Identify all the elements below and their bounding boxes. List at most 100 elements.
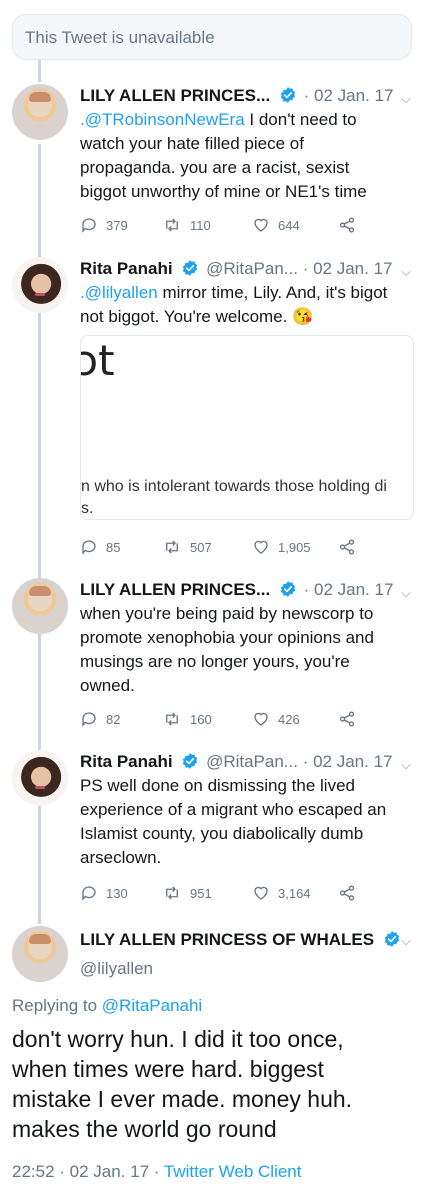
tweet-header: LILY ALLEN PRINCES... · 02 Jan. 17 ⌵ bbox=[80, 84, 415, 108]
tweet-date[interactable]: · 02 Jan. 17 bbox=[304, 86, 394, 105]
tweet-date[interactable]: · 02 Jan. 17 bbox=[303, 752, 393, 771]
tweet-text-line: watch your hate filled piece of bbox=[80, 134, 304, 153]
like-count: 1,905 bbox=[278, 539, 311, 555]
display-name[interactable]: LILY ALLEN PRINCESS OF WHALES bbox=[80, 930, 374, 949]
heart-icon bbox=[254, 218, 268, 232]
tweet-actions: 82 160 426 bbox=[80, 710, 380, 730]
tweet-4[interactable]: Rita Panahi @RitaPan... · 02 Jan. 17 ⌵ P… bbox=[0, 750, 424, 905]
reply-button[interactable]: 379 bbox=[80, 216, 128, 234]
main-tweet[interactable]: LILY ALLEN PRINCESS OF WHALES ⌵ @lilyall… bbox=[0, 926, 424, 1191]
tweet-text-line: owned. bbox=[80, 676, 135, 695]
tweet-text-line: musings are no longer yours, you're bbox=[80, 652, 350, 671]
display-name[interactable]: Rita Panahi bbox=[80, 259, 173, 278]
avatar[interactable] bbox=[12, 578, 68, 634]
share-icon bbox=[339, 885, 355, 901]
replying-to-link[interactable]: @RitaPanahi bbox=[102, 996, 202, 1015]
reply-icon bbox=[82, 540, 96, 555]
tweet-header: Rita Panahi @RitaPan... · 02 Jan. 17 ⌵ bbox=[80, 750, 415, 774]
tweet-text-line: I don't need to bbox=[244, 110, 357, 129]
tweet-1[interactable]: LILY ALLEN PRINCES... · 02 Jan. 17 ⌵ .@T… bbox=[0, 84, 424, 244]
media-card[interactable]: ɔt n who is intolerant towards those hol… bbox=[80, 335, 414, 520]
tweet-text: PS well done on dismissing the lived exp… bbox=[80, 774, 415, 870]
share-button[interactable] bbox=[338, 216, 356, 234]
card-definition-text: n who is intolerant towards those holdin… bbox=[81, 476, 411, 519]
tweet-text-line: experience of a migrant who escaped an bbox=[80, 800, 387, 819]
retweet-count: 160 bbox=[190, 711, 212, 727]
chevron-down-icon[interactable]: ⌵ bbox=[401, 933, 411, 949]
retweet-icon bbox=[166, 712, 178, 726]
reply-button[interactable]: 130 bbox=[80, 884, 128, 902]
avatar[interactable] bbox=[12, 750, 68, 806]
tweet-text: .@TRobinsonNewEra I don't need to watch … bbox=[80, 108, 415, 204]
reply-count: 82 bbox=[106, 711, 121, 727]
main-tweet-header: LILY ALLEN PRINCESS OF WHALES ⌵ @lilyall… bbox=[80, 930, 415, 979]
share-button[interactable] bbox=[338, 884, 356, 902]
tweet-text-line: when times were hard. biggest bbox=[12, 1056, 324, 1082]
retweet-count: 951 bbox=[190, 885, 212, 901]
tweet-text-line: makes the world go round bbox=[12, 1116, 277, 1142]
like-button[interactable]: 3,164 bbox=[252, 884, 311, 902]
tweet-date[interactable]: · 02 Jan. 17 bbox=[304, 580, 394, 599]
card-image-text: ɔt bbox=[81, 336, 115, 385]
tweet-unavailable-notice: This Tweet is unavailable bbox=[12, 14, 412, 60]
reply-button[interactable]: 85 bbox=[80, 538, 120, 556]
thread-line bbox=[38, 60, 41, 82]
card-line: s. bbox=[81, 500, 94, 517]
main-tweet-text: don't worry hun. I did it too once, when… bbox=[12, 1024, 412, 1144]
verified-badge-icon bbox=[383, 930, 401, 953]
reply-icon bbox=[82, 218, 96, 233]
client-link[interactable]: Twitter Web Client bbox=[164, 1162, 302, 1181]
share-button[interactable] bbox=[338, 538, 356, 556]
avatar[interactable] bbox=[12, 926, 68, 982]
tweet-text: when you're being paid by newscorp to pr… bbox=[80, 602, 415, 698]
tweet-text-line: when you're being paid by newscorp to bbox=[80, 604, 374, 623]
heart-icon bbox=[254, 886, 268, 900]
heart-icon bbox=[254, 712, 268, 726]
display-name[interactable]: LILY ALLEN PRINCES... bbox=[80, 86, 270, 105]
user-handle[interactable]: @RitaPan... bbox=[206, 259, 298, 278]
retweet-icon bbox=[166, 886, 178, 900]
tweet-text-line: don't worry hun. I did it too once, bbox=[12, 1026, 344, 1052]
like-count: 644 bbox=[278, 217, 300, 233]
reply-count: 85 bbox=[106, 539, 121, 555]
like-count: 426 bbox=[278, 711, 300, 727]
tweet-date[interactable]: · 02 Jan. 17 bbox=[303, 259, 393, 278]
retweet-button[interactable]: 507 bbox=[162, 538, 212, 556]
tweet-timestamp[interactable]: 22:52 · 02 Jan. 17 · bbox=[12, 1162, 164, 1181]
retweet-button[interactable]: 951 bbox=[162, 884, 212, 902]
tweet-3[interactable]: LILY ALLEN PRINCES... · 02 Jan. 17 ⌵ whe… bbox=[0, 578, 424, 733]
tweet-text-line: arseclown. bbox=[80, 848, 162, 867]
retweet-count: 110 bbox=[190, 217, 211, 233]
like-button[interactable]: 1,905 bbox=[252, 538, 311, 556]
share-button[interactable] bbox=[338, 710, 356, 728]
like-button[interactable]: 644 bbox=[252, 216, 300, 234]
reply-button[interactable]: 82 bbox=[80, 710, 120, 728]
mention-link[interactable]: .@TRobinsonNewEra bbox=[80, 110, 245, 129]
reply-count: 379 bbox=[106, 217, 128, 233]
tweet-text-line: PS well done on dismissing the lived bbox=[80, 776, 355, 795]
tweet-text-line: promote xenophobia your opinions and bbox=[80, 628, 374, 647]
tweet-text-line: mistake I ever made. money huh. bbox=[12, 1086, 353, 1112]
avatar[interactable] bbox=[12, 257, 68, 313]
retweet-icon bbox=[166, 540, 178, 554]
display-name[interactable]: LILY ALLEN PRINCES... bbox=[80, 580, 270, 599]
user-handle[interactable]: @RitaPan... bbox=[206, 752, 298, 771]
retweet-button[interactable]: 110 bbox=[162, 216, 211, 234]
tweet-text-line: biggot unworthy of mine or NE1's time bbox=[80, 182, 367, 201]
retweet-icon bbox=[166, 218, 178, 232]
share-icon bbox=[339, 711, 355, 727]
mention-link[interactable]: .@lilyallen bbox=[80, 283, 158, 302]
replying-to: Replying to @RitaPanahi bbox=[12, 996, 202, 1016]
card-line: n who is intolerant towards those holdin… bbox=[81, 478, 387, 495]
user-handle[interactable]: @lilyallen bbox=[80, 959, 415, 979]
avatar[interactable] bbox=[12, 84, 68, 140]
retweet-button[interactable]: 160 bbox=[162, 710, 212, 728]
tweet-2[interactable]: Rita Panahi @RitaPan... · 02 Jan. 17 ⌵ .… bbox=[0, 257, 424, 562]
tweet-actions: 379 110 644 bbox=[80, 216, 380, 236]
tweet-text: .@lilyallen mirror time, Lily. And, it's… bbox=[80, 281, 415, 329]
display-name[interactable]: Rita Panahi bbox=[80, 752, 173, 771]
tweet-text-line: Islamist county, you diabolically dumb bbox=[80, 824, 364, 843]
tweet-header: LILY ALLEN PRINCES... · 02 Jan. 17 ⌵ bbox=[80, 578, 415, 602]
retweet-count: 507 bbox=[190, 539, 212, 555]
like-button[interactable]: 426 bbox=[252, 710, 300, 728]
